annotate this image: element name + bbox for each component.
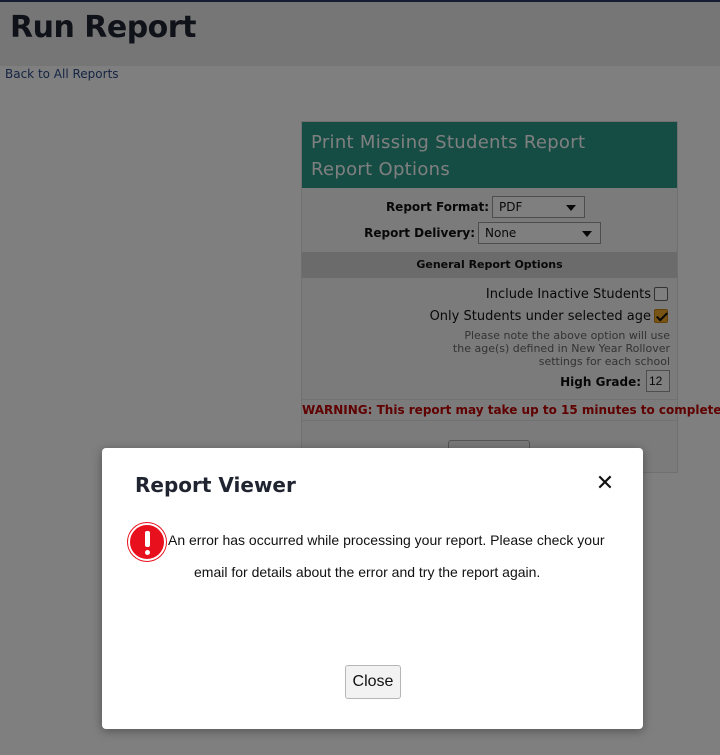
dialog-title: Report Viewer [135, 473, 296, 497]
error-message-line-1: An error has occurred while processing y… [168, 532, 605, 548]
close-button[interactable]: Close [345, 665, 401, 699]
error-message-line-2: email for details about the error and tr… [194, 564, 541, 580]
report-viewer-dialog: Report Viewer ✕ An error has occurred wh… [102, 448, 643, 729]
close-icon[interactable]: ✕ [595, 473, 615, 495]
exclamation-circle-icon [128, 523, 166, 561]
